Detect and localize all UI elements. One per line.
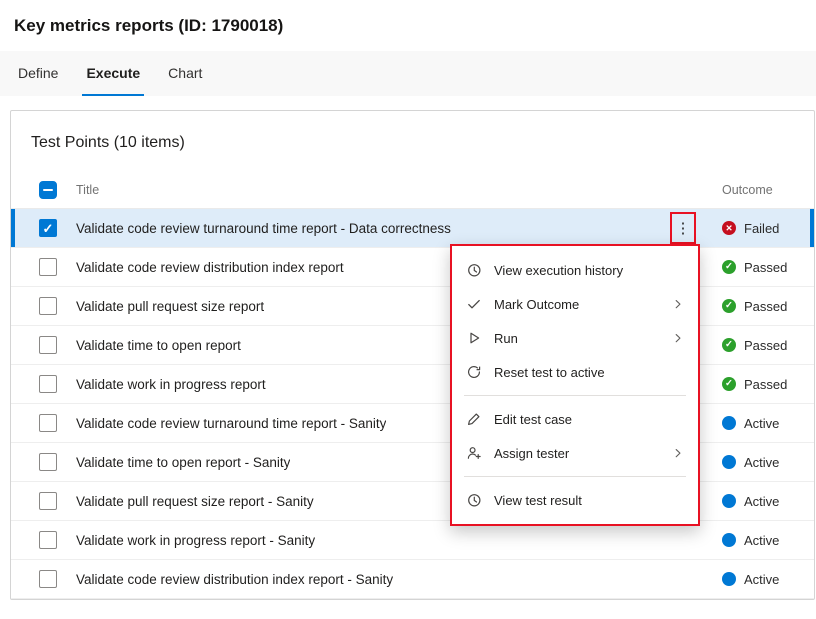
- row-checkbox[interactable]: [39, 453, 57, 471]
- passed-icon: [722, 260, 736, 274]
- chevron-right-icon: [672, 298, 684, 310]
- row-checkbox[interactable]: [39, 375, 57, 393]
- outcome-label: Active: [744, 454, 780, 470]
- tab-chart[interactable]: Chart: [164, 51, 206, 96]
- menu-item-label: Mark Outcome: [494, 296, 580, 312]
- menu-item-run[interactable]: Run: [452, 321, 698, 355]
- context-menu: View execution history Mark Outcome Run …: [450, 244, 700, 526]
- menu-item-label: Run: [494, 330, 518, 346]
- menu-item-label: View test result: [494, 492, 582, 508]
- assign-tester-icon: [466, 445, 482, 461]
- menu-item-label: Assign tester: [494, 445, 570, 461]
- tab-execute[interactable]: Execute: [82, 51, 145, 96]
- passed-icon: [722, 377, 736, 391]
- menu-item-view-test-result[interactable]: View test result: [452, 483, 698, 517]
- chevron-right-icon: [672, 447, 684, 459]
- menu-item-edit-test-case[interactable]: Edit test case: [452, 402, 698, 436]
- reset-icon: [466, 364, 482, 380]
- row-checkbox[interactable]: [39, 570, 57, 588]
- tab-bar: Define Execute Chart: [0, 51, 816, 96]
- menu-divider: [464, 395, 686, 396]
- play-icon: [466, 330, 482, 346]
- chevron-right-icon: [672, 332, 684, 344]
- outcome-label: Active: [744, 415, 780, 431]
- history-icon: [466, 492, 482, 508]
- menu-item-assign-tester[interactable]: Assign tester: [452, 436, 698, 470]
- history-icon: [466, 262, 482, 278]
- row-checkbox[interactable]: [39, 297, 57, 315]
- row-title: Validate code review distribution index …: [76, 259, 344, 275]
- column-header-title: Title: [76, 182, 100, 197]
- row-title: Validate work in progress report: [76, 376, 266, 392]
- row-checkbox[interactable]: [39, 258, 57, 276]
- page-title: Key metrics reports (ID: 1790018): [14, 16, 284, 35]
- more-options-icon: ⋮: [675, 219, 691, 237]
- more-options-button[interactable]: ⋮: [670, 212, 696, 244]
- tab-define[interactable]: Define: [14, 51, 62, 96]
- active-icon: [722, 416, 736, 430]
- table-header: Title Outcome: [11, 171, 814, 209]
- row-checkbox[interactable]: [39, 492, 57, 510]
- row-checkbox[interactable]: [39, 531, 57, 549]
- row-title: Validate time to open report - Sanity: [76, 454, 291, 470]
- select-all-checkbox[interactable]: [39, 180, 57, 199]
- menu-item-label: Edit test case: [494, 411, 573, 427]
- table-row-9[interactable]: Validate work in progress report - Sanit…: [11, 521, 814, 560]
- outcome-label: Passed: [744, 337, 788, 353]
- outcome-label: Active: [744, 532, 780, 548]
- outcome-label: Passed: [744, 259, 788, 275]
- row-checkbox[interactable]: [39, 336, 57, 354]
- row-title: Validate time to open report: [76, 337, 241, 353]
- menu-divider: [464, 476, 686, 477]
- column-header-outcome: Outcome: [722, 182, 773, 197]
- row-title: Validate pull request size report: [76, 298, 265, 314]
- outcome-label: Failed: [744, 220, 780, 236]
- active-icon: [722, 533, 736, 547]
- active-icon: [722, 494, 736, 508]
- menu-item-mark-outcome[interactable]: Mark Outcome: [452, 287, 698, 321]
- outcome-label: Passed: [744, 298, 788, 314]
- table-row-1[interactable]: Validate code review turnaround time rep…: [11, 209, 814, 248]
- menu-item-label: View execution history: [494, 262, 624, 278]
- passed-icon: [722, 338, 736, 352]
- row-checkbox[interactable]: [39, 414, 57, 432]
- table-row-10[interactable]: Validate code review distribution index …: [11, 560, 814, 599]
- panel-title: Test Points (10 items): [31, 134, 185, 151]
- edit-icon: [466, 411, 482, 427]
- row-title: Validate pull request size report - Sani…: [76, 493, 314, 509]
- passed-icon: [722, 299, 736, 313]
- row-title: Validate work in progress report - Sanit…: [76, 532, 316, 548]
- row-title: Validate code review turnaround time rep…: [76, 220, 451, 236]
- menu-item-view-execution-history[interactable]: View execution history: [452, 253, 698, 287]
- active-icon: [722, 455, 736, 469]
- row-title: Validate code review turnaround time rep…: [76, 415, 387, 431]
- row-title: Validate code review distribution index …: [76, 571, 394, 587]
- menu-item-reset-test-to-active[interactable]: Reset test to active: [452, 355, 698, 389]
- outcome-label: Active: [744, 493, 780, 509]
- outcome-label: Passed: [744, 376, 788, 392]
- menu-item-label: Reset test to active: [494, 364, 605, 380]
- row-checkbox[interactable]: [39, 219, 57, 237]
- outcome-label: Active: [744, 571, 780, 587]
- failed-icon: [722, 221, 736, 235]
- active-icon: [722, 572, 736, 586]
- check-icon: [466, 296, 482, 312]
